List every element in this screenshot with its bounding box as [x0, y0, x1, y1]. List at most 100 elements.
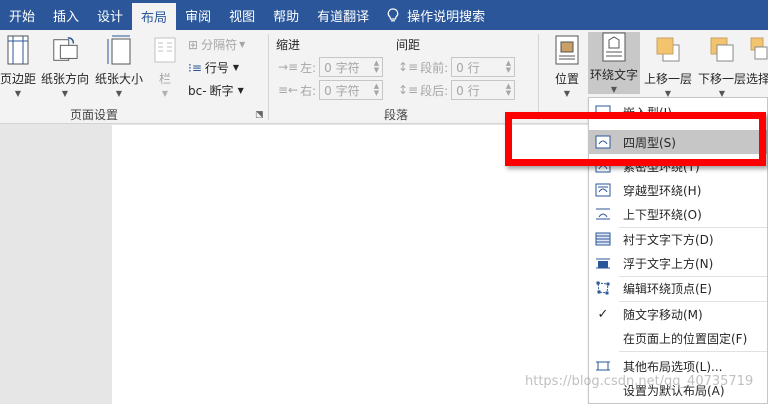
- send-backward-button[interactable]: 下移一层 ▼: [696, 34, 748, 98]
- watermark-text: https://blog.csdn.net/qq_40735719: [525, 374, 754, 389]
- line-numbers-icon: ⁝≡: [188, 60, 202, 75]
- chevron-down-icon: ▼: [237, 86, 244, 95]
- size-label: 纸张大小: [94, 72, 143, 86]
- tab-insert[interactable]: 插入: [44, 0, 88, 30]
- menu-item-behind-text[interactable]: 衬于文字下方(D): [589, 227, 767, 251]
- breaks-label: 分隔符: [201, 38, 238, 52]
- menu-divider: [619, 351, 767, 352]
- line-numbers-label: 行号: [204, 61, 229, 75]
- chevron-down-icon: ▼: [239, 40, 246, 49]
- chevron-down-icon: ▼: [61, 89, 69, 98]
- menu-item-label: 在页面上的位置固定(F): [623, 331, 748, 346]
- selection-pane-button[interactable]: 选择: [746, 34, 768, 87]
- in-front-icon: [595, 255, 611, 271]
- margins-label: 页边距: [0, 72, 37, 86]
- hyphenation-button[interactable]: bc- 断字 ▼: [188, 82, 244, 99]
- spacing-before-label: 段前:: [420, 60, 449, 75]
- menu-item-label: 其他布局选项(L)...: [623, 359, 723, 374]
- menu-item-top-bottom[interactable]: 上下型环绕(O): [589, 202, 767, 226]
- checkmark-icon: ✓: [597, 306, 609, 322]
- tab-layout[interactable]: 布局: [132, 3, 177, 30]
- bring-forward-label: 上移一层: [643, 72, 692, 86]
- lightbulb-icon: [387, 8, 399, 22]
- orientation-label: 纸张方向: [40, 72, 89, 86]
- indent-header: 缩进: [276, 38, 301, 52]
- spacing-header: 间距: [396, 38, 421, 52]
- indent-left-label: 左:: [300, 60, 317, 75]
- tab-design[interactable]: 设计: [88, 0, 132, 30]
- indent-left-input[interactable]: 0 字符 ▲ ▼: [319, 57, 384, 77]
- tab-review[interactable]: 审阅: [176, 0, 220, 30]
- indent-right-label: 右:: [300, 83, 317, 98]
- group-separator: [268, 34, 269, 120]
- chevron-down-icon: ▼: [161, 89, 169, 98]
- spacing-before-input[interactable]: 0 行 ▲ ▼: [451, 57, 516, 77]
- tab-tell-me[interactable]: 操作说明搜索: [378, 0, 494, 30]
- wrap-text-label: 环绕文字: [589, 68, 638, 82]
- columns-label: 栏: [158, 72, 171, 86]
- bring-forward-button[interactable]: 上移一层 ▼: [642, 34, 694, 98]
- menu-item-label: 衬于文字下方(D): [623, 232, 714, 247]
- chevron-down-icon: ▼: [14, 89, 22, 98]
- menu-item-move-with-text[interactable]: ✓ 随文字移动(M): [589, 302, 767, 326]
- indent-right-row: ≡← 右: 0 字符 ▲ ▼: [278, 80, 384, 100]
- spacing-before-icon: ↕≡: [398, 60, 419, 74]
- columns-button[interactable]: 栏 ▼: [150, 34, 180, 98]
- wrap-text-icon: [600, 32, 628, 62]
- hyphenation-label: 断字: [209, 84, 234, 98]
- top-bottom-icon: [595, 206, 611, 222]
- tab-view[interactable]: 视图: [220, 0, 264, 30]
- send-backward-icon: [708, 34, 736, 66]
- indent-left-row: →≡ 左: 0 字符 ▲ ▼: [278, 57, 384, 77]
- menu-item-icon-placeholder: [595, 330, 611, 346]
- layout-options-icon: [595, 358, 611, 374]
- send-backward-label: 下移一层: [697, 72, 746, 86]
- selection-pane-icon: [746, 34, 768, 66]
- spacing-after-icon: ↕≡: [398, 83, 419, 97]
- group-separator: [538, 34, 539, 120]
- menu-item-label: 浮于文字上方(N): [623, 256, 714, 271]
- page-setup-dialog-launcher-icon[interactable]: ⬔: [255, 110, 264, 120]
- orientation-button[interactable]: 纸张方向 ▼: [40, 34, 90, 98]
- margins-icon: [4, 34, 32, 66]
- menu-item-label: 穿越型环绕(H): [623, 183, 702, 198]
- spacing-after-input[interactable]: 0 行 ▲ ▼: [451, 80, 516, 100]
- tab-help[interactable]: 帮助: [264, 0, 308, 30]
- size-button[interactable]: 纸张大小 ▼: [94, 34, 144, 98]
- line-numbers-button[interactable]: ⁝≡ 行号 ▼: [188, 59, 239, 76]
- tab-youdao[interactable]: 有道翻译: [308, 0, 378, 30]
- paragraph-group-label: 段落: [384, 108, 409, 122]
- page-setup-group-label: 页面设置: [70, 108, 119, 122]
- menu-item-fix-position[interactable]: 在页面上的位置固定(F): [589, 326, 767, 350]
- spacing-before-row: ↕≡ 段前: 0 行 ▲ ▼: [398, 57, 516, 77]
- breaks-icon: ⊞: [188, 37, 199, 52]
- highlight-annotation: [505, 112, 766, 166]
- spacing-after-row: ↕≡ 段后: 0 行 ▲ ▼: [398, 80, 516, 100]
- breaks-button[interactable]: ⊞ 分隔符 ▼: [188, 36, 245, 53]
- indent-left-icon: →≡: [278, 60, 299, 74]
- hyphenation-icon: bc-: [188, 83, 207, 98]
- indent-right-input[interactable]: 0 字符 ▲ ▼: [319, 80, 384, 100]
- chevron-down-icon: ▼: [232, 63, 240, 72]
- position-icon: [553, 34, 581, 66]
- document-page[interactable]: [112, 125, 588, 404]
- position-button[interactable]: 位置 ▼: [548, 34, 586, 98]
- menu-item-edit-points[interactable]: 编辑环绕顶点(E): [589, 276, 767, 300]
- menu-item-label: 编辑环绕顶点(E): [623, 281, 712, 296]
- columns-icon: [151, 34, 179, 66]
- orientation-icon: [51, 34, 79, 66]
- selection-pane-label: 选择: [746, 72, 768, 86]
- edit-points-icon: [595, 280, 611, 296]
- wrap-text-button[interactable]: 环绕文字 ▼: [588, 32, 640, 94]
- chevron-down-icon: ▼: [610, 85, 618, 94]
- bring-forward-icon: [654, 34, 682, 66]
- chevron-down-icon: ▼: [115, 89, 123, 98]
- tell-me-label: 操作说明搜索: [407, 9, 486, 25]
- through-wrap-icon: [595, 182, 611, 198]
- menu-item-in-front[interactable]: 浮于文字上方(N): [589, 251, 767, 275]
- tab-home[interactable]: 开始: [0, 0, 44, 30]
- margins-button[interactable]: 页边距 ▼: [0, 34, 36, 98]
- menu-item-through[interactable]: 穿越型环绕(H): [589, 178, 767, 202]
- menu-item-label: 上下型环绕(O): [623, 207, 702, 222]
- paper-size-icon: [105, 34, 133, 66]
